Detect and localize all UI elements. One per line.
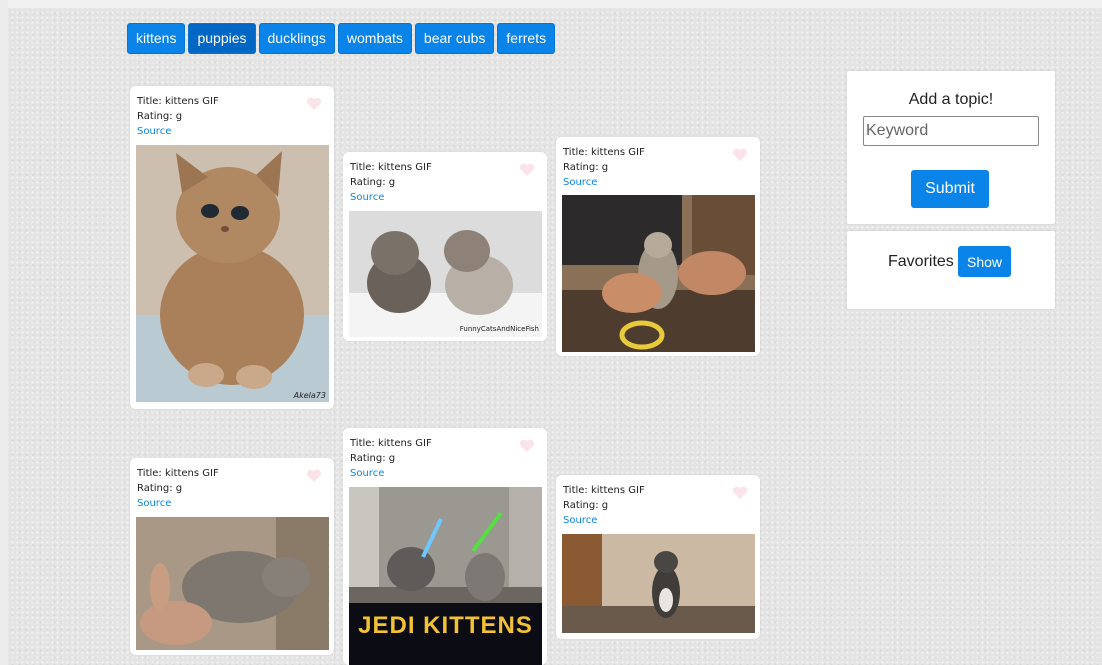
gif-source-link[interactable]: Source <box>563 175 597 190</box>
gif-card: Title: kittens GIF Rating: g Source <box>130 458 334 655</box>
gif-title: Title: kittens GIF <box>563 147 645 158</box>
gif-source-link[interactable]: Source <box>137 124 171 139</box>
keyword-input[interactable] <box>863 116 1039 146</box>
gif-card: Title: kittens GIF Rating: g Source <box>556 137 760 356</box>
topic-button-ferrets[interactable]: ferrets <box>497 23 556 54</box>
gif-title: Title: kittens GIF <box>137 468 219 479</box>
gif-title: Title: kittens GIF <box>350 162 432 173</box>
gif-source-link[interactable]: Source <box>350 466 384 481</box>
gif-source-link[interactable]: Source <box>350 190 384 205</box>
gif-card: Title: kittens GIF Rating: g Source <box>556 475 760 639</box>
gif-title: Title: kittens GIF <box>563 485 645 496</box>
gif-source-link[interactable]: Source <box>563 513 597 528</box>
gif-image[interactable] <box>136 517 329 650</box>
gif-rating: Rating: g <box>137 111 183 122</box>
show-favorites-button[interactable]: Show <box>958 246 1011 277</box>
gif-rating: Rating: g <box>350 177 396 188</box>
topic-button-wombats[interactable]: wombats <box>337 23 412 54</box>
heart-icon[interactable] <box>732 148 748 162</box>
heart-icon[interactable] <box>519 163 535 177</box>
gif-title: Title: kittens GIF <box>350 438 432 449</box>
gif-rating: Rating: g <box>350 453 396 464</box>
gif-watermark: Akela73 <box>293 391 326 400</box>
gif-image[interactable]: Akela73 <box>136 145 329 402</box>
gif-rating: Rating: g <box>563 162 609 173</box>
add-topic-heading: Add a topic! <box>908 91 994 108</box>
gif-image[interactable] <box>562 195 755 352</box>
gif-image[interactable]: FunnyCatsAndNiceFish <box>349 211 542 337</box>
submit-button[interactable]: Submit <box>911 170 989 208</box>
gif-image[interactable] <box>562 534 755 633</box>
gif-rating: Rating: g <box>137 483 183 494</box>
favorites-panel: Favorites Show <box>847 231 1055 309</box>
topic-button-ducklings[interactable]: ducklings <box>258 23 335 54</box>
heart-icon[interactable] <box>306 97 322 111</box>
topic-button-bear-cubs[interactable]: bear cubs <box>414 23 495 54</box>
heart-icon[interactable] <box>306 469 322 483</box>
gif-source-link[interactable]: Source <box>137 496 171 511</box>
gif-watermark: FunnyCatsAndNiceFish <box>459 325 539 333</box>
topic-button-puppies[interactable]: puppies <box>188 23 256 54</box>
gif-card: Title: kittens GIF Rating: g Source JEDI… <box>343 428 547 665</box>
gif-title: Title: kittens GIF <box>137 96 219 107</box>
heart-icon[interactable] <box>732 486 748 500</box>
gif-card: Title: kittens GIF Rating: g Source Funn… <box>343 152 547 341</box>
topic-buttons: kittens puppies ducklings wombats bear c… <box>127 23 556 54</box>
topic-button-kittens[interactable]: kittens <box>127 23 186 54</box>
gif-card: Title: kittens GIF Rating: g Source Akel… <box>130 86 334 409</box>
window-left-edge <box>0 0 8 665</box>
gif-rating: Rating: g <box>563 500 609 511</box>
gif-image[interactable]: JEDI KITTENS <box>349 487 542 665</box>
gif-watermark: JEDI KITTENS <box>358 612 533 639</box>
heart-icon[interactable] <box>519 439 535 453</box>
favorites-label: Favorites <box>888 253 954 270</box>
add-topic-panel: Add a topic! Submit <box>847 71 1055 224</box>
window-top-edge <box>0 0 1102 8</box>
